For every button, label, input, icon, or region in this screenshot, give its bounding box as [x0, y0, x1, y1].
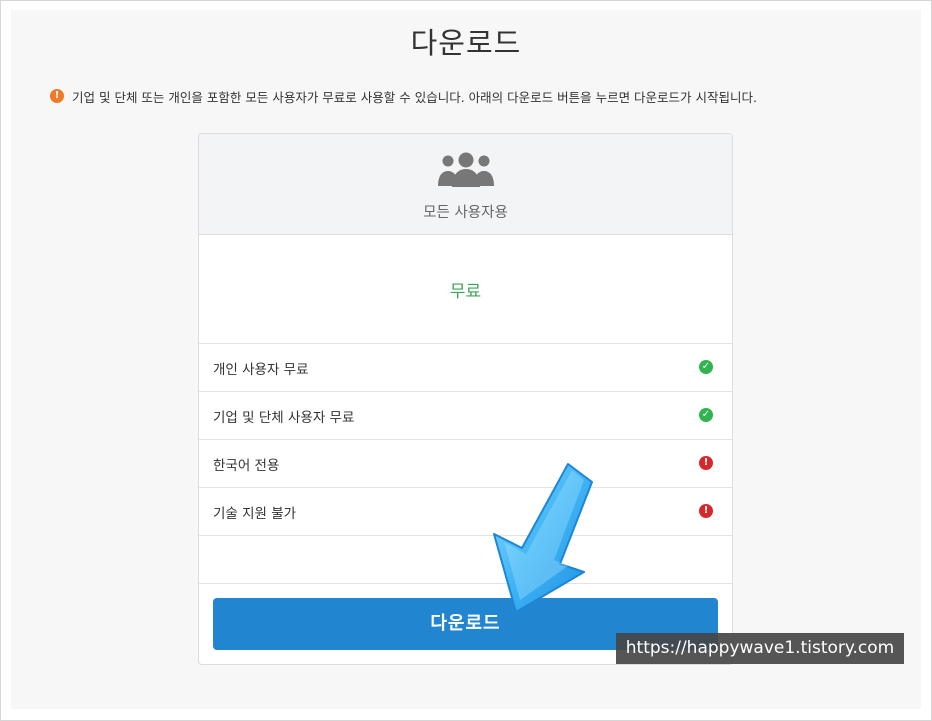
- notice-bar: ! 기업 및 단체 또는 개인을 포함한 모든 사용자가 무료로 사용할 수 있…: [50, 87, 757, 105]
- blue-arrow-icon: [493, 463, 593, 613]
- empty-row: [199, 536, 732, 584]
- pricing-card: 모든 사용자용 무료 개인 사용자 무료 ✓ 기업 및 단체 사용자 무료 ✓ …: [198, 133, 733, 665]
- feature-label: 기업 및 단체 사용자 무료: [213, 410, 355, 426]
- feature-row: 기술 지원 불가 !: [199, 488, 732, 536]
- notice-text: 기업 및 단체 또는 개인을 포함한 모든 사용자가 무료로 사용할 수 있습니…: [72, 89, 757, 105]
- exclamation-circle-icon: !: [699, 504, 713, 518]
- feature-row: 한국어 전용 !: [199, 440, 732, 488]
- check-circle-icon: ✓: [699, 408, 713, 422]
- plan-name: 모든 사용자용: [423, 205, 508, 221]
- feature-row: 개인 사용자 무료 ✓: [199, 344, 732, 392]
- price-row: 무료: [199, 235, 732, 344]
- exclamation-circle-icon: !: [50, 89, 64, 103]
- watermark: https://happywave1.tistory.com: [616, 633, 904, 664]
- users-icon: [438, 152, 494, 187]
- feature-label: 개인 사용자 무료: [213, 362, 309, 378]
- feature-label: 한국어 전용: [213, 458, 280, 474]
- price-text: 무료: [449, 282, 482, 302]
- check-circle-icon: ✓: [699, 360, 713, 374]
- page-title: 다운로드: [410, 26, 522, 60]
- exclamation-circle-icon: !: [699, 456, 713, 470]
- card-header: 모든 사용자용: [199, 134, 732, 235]
- feature-row: 기업 및 단체 사용자 무료 ✓: [199, 392, 732, 440]
- feature-label: 기술 지원 불가: [213, 506, 297, 522]
